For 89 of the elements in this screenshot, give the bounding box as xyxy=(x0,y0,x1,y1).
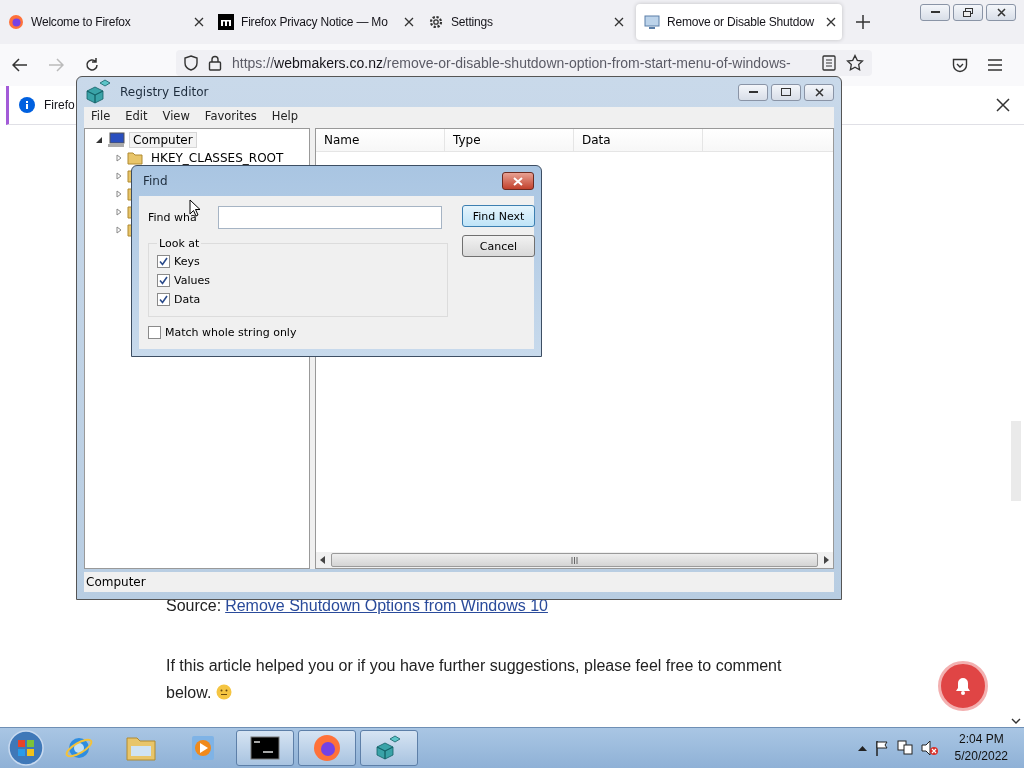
scroll-right-icon[interactable] xyxy=(824,556,829,564)
menu-item[interactable]: Edit xyxy=(118,109,156,123)
gear-icon xyxy=(428,14,444,30)
restore-button[interactable] xyxy=(953,4,983,21)
find-what-field[interactable] xyxy=(218,205,442,229)
checkbox[interactable] xyxy=(148,326,161,339)
minimize-button[interactable] xyxy=(920,4,950,21)
minimize-icon xyxy=(748,90,758,94)
start-button[interactable] xyxy=(6,729,46,767)
flag-icon[interactable] xyxy=(874,740,889,756)
lock-icon[interactable] xyxy=(208,55,222,71)
network-icon[interactable] xyxy=(896,740,913,756)
reload-icon[interactable] xyxy=(84,57,100,73)
clock-time[interactable]: 2:04 PM xyxy=(958,731,1004,748)
scroll-down-icon[interactable] xyxy=(1011,718,1021,725)
shield-icon[interactable] xyxy=(184,55,198,71)
speaker-muted-icon[interactable] xyxy=(920,740,939,756)
info-icon xyxy=(19,97,35,113)
checkbox[interactable] xyxy=(157,274,170,287)
option-label: Values xyxy=(174,274,210,287)
bell-icon xyxy=(953,676,973,696)
chevron-up-icon[interactable] xyxy=(857,745,867,751)
menu-item[interactable]: Help xyxy=(264,109,306,123)
close-icon[interactable] xyxy=(404,17,414,27)
column-header[interactable]: Name xyxy=(316,129,445,151)
monitor-icon xyxy=(644,14,660,30)
tree-item[interactable]: HKEY_CLASSES_ROOT xyxy=(147,150,288,166)
browser-tab[interactable]: Remove or Disable Shutdow xyxy=(636,4,842,40)
close-icon[interactable] xyxy=(614,17,624,27)
minimize-button[interactable] xyxy=(738,83,768,101)
menu-item[interactable]: Favorites xyxy=(197,109,265,123)
notification-bell-button[interactable] xyxy=(938,661,988,711)
column-header[interactable]: Type xyxy=(445,129,574,151)
star-icon[interactable] xyxy=(846,54,864,72)
dialog-title: Find xyxy=(143,174,168,188)
firefox-icon xyxy=(312,733,342,763)
computer-icon xyxy=(107,132,125,148)
close-button[interactable] xyxy=(502,172,534,190)
smiley-icon xyxy=(215,684,232,700)
folder-icon xyxy=(127,151,143,165)
clock-date[interactable]: 5/20/2022 xyxy=(954,748,1008,765)
pocket-icon[interactable] xyxy=(952,57,968,73)
browser-tab[interactable]: Welcome to Firefox xyxy=(0,4,210,40)
column-header[interactable]: Data xyxy=(574,129,703,151)
notification-text: Firefo xyxy=(44,98,75,112)
plus-icon[interactable] xyxy=(856,15,870,29)
source-label: Source: xyxy=(166,596,222,616)
close-button[interactable] xyxy=(804,83,834,101)
tree-item[interactable]: Computer xyxy=(129,132,197,148)
taskbar-button[interactable] xyxy=(236,730,294,766)
horizontal-scrollbar[interactable] xyxy=(316,552,833,568)
close-icon xyxy=(513,176,523,186)
close-icon xyxy=(996,8,1006,17)
expander-icon[interactable] xyxy=(95,136,103,144)
close-icon[interactable] xyxy=(996,98,1010,112)
article-paragraph: If this article helped you or if you have further suggestions, please feel free to comment below. xyxy=(166,656,783,703)
close-icon xyxy=(814,87,824,97)
menu-icon[interactable] xyxy=(988,59,1002,71)
menu-item[interactable]: View xyxy=(155,109,198,123)
scroll-left-icon[interactable] xyxy=(320,556,325,564)
folder-icon xyxy=(125,734,157,762)
dialog-button[interactable]: Cancel xyxy=(462,235,535,257)
browser-tab[interactable]: Firefox Privacy Notice — Mo xyxy=(210,4,420,40)
close-icon[interactable] xyxy=(826,17,836,27)
url-text: https://webmakers.co.nz/remove-or-disable-shutdown-option-from-start-menu-of-windows- xyxy=(232,55,792,71)
firefox-icon xyxy=(8,14,24,30)
grip-icon xyxy=(571,556,578,564)
minimize-icon xyxy=(930,11,940,14)
option-label: Keys xyxy=(174,255,200,268)
back-icon[interactable] xyxy=(12,58,28,72)
checkbox[interactable] xyxy=(157,255,170,268)
terminal-icon xyxy=(250,736,280,760)
media-player-icon xyxy=(190,734,216,762)
maximize-button[interactable] xyxy=(771,83,801,101)
status-bar: Computer xyxy=(84,572,834,592)
option-label: Match whole string only xyxy=(165,326,297,339)
address-bar[interactable]: https://webmakers.co.nz/remove-or-disable-shutdown-option-from-start-menu-of-windows- xyxy=(176,50,872,76)
close-button[interactable] xyxy=(986,4,1016,21)
maximize-icon xyxy=(781,88,791,96)
menu-item[interactable]: File xyxy=(84,109,119,123)
close-icon[interactable] xyxy=(194,17,204,27)
option-label: Data xyxy=(174,293,201,306)
browser-tab[interactable]: Settings xyxy=(420,4,630,40)
checkbox[interactable] xyxy=(157,293,170,306)
restore-icon xyxy=(963,8,973,17)
dialog-button[interactable]: Find Next xyxy=(462,205,535,227)
window-title: Registry Editor xyxy=(120,85,209,99)
reader-view-icon[interactable] xyxy=(822,55,836,71)
group-label: Look at xyxy=(158,237,201,250)
